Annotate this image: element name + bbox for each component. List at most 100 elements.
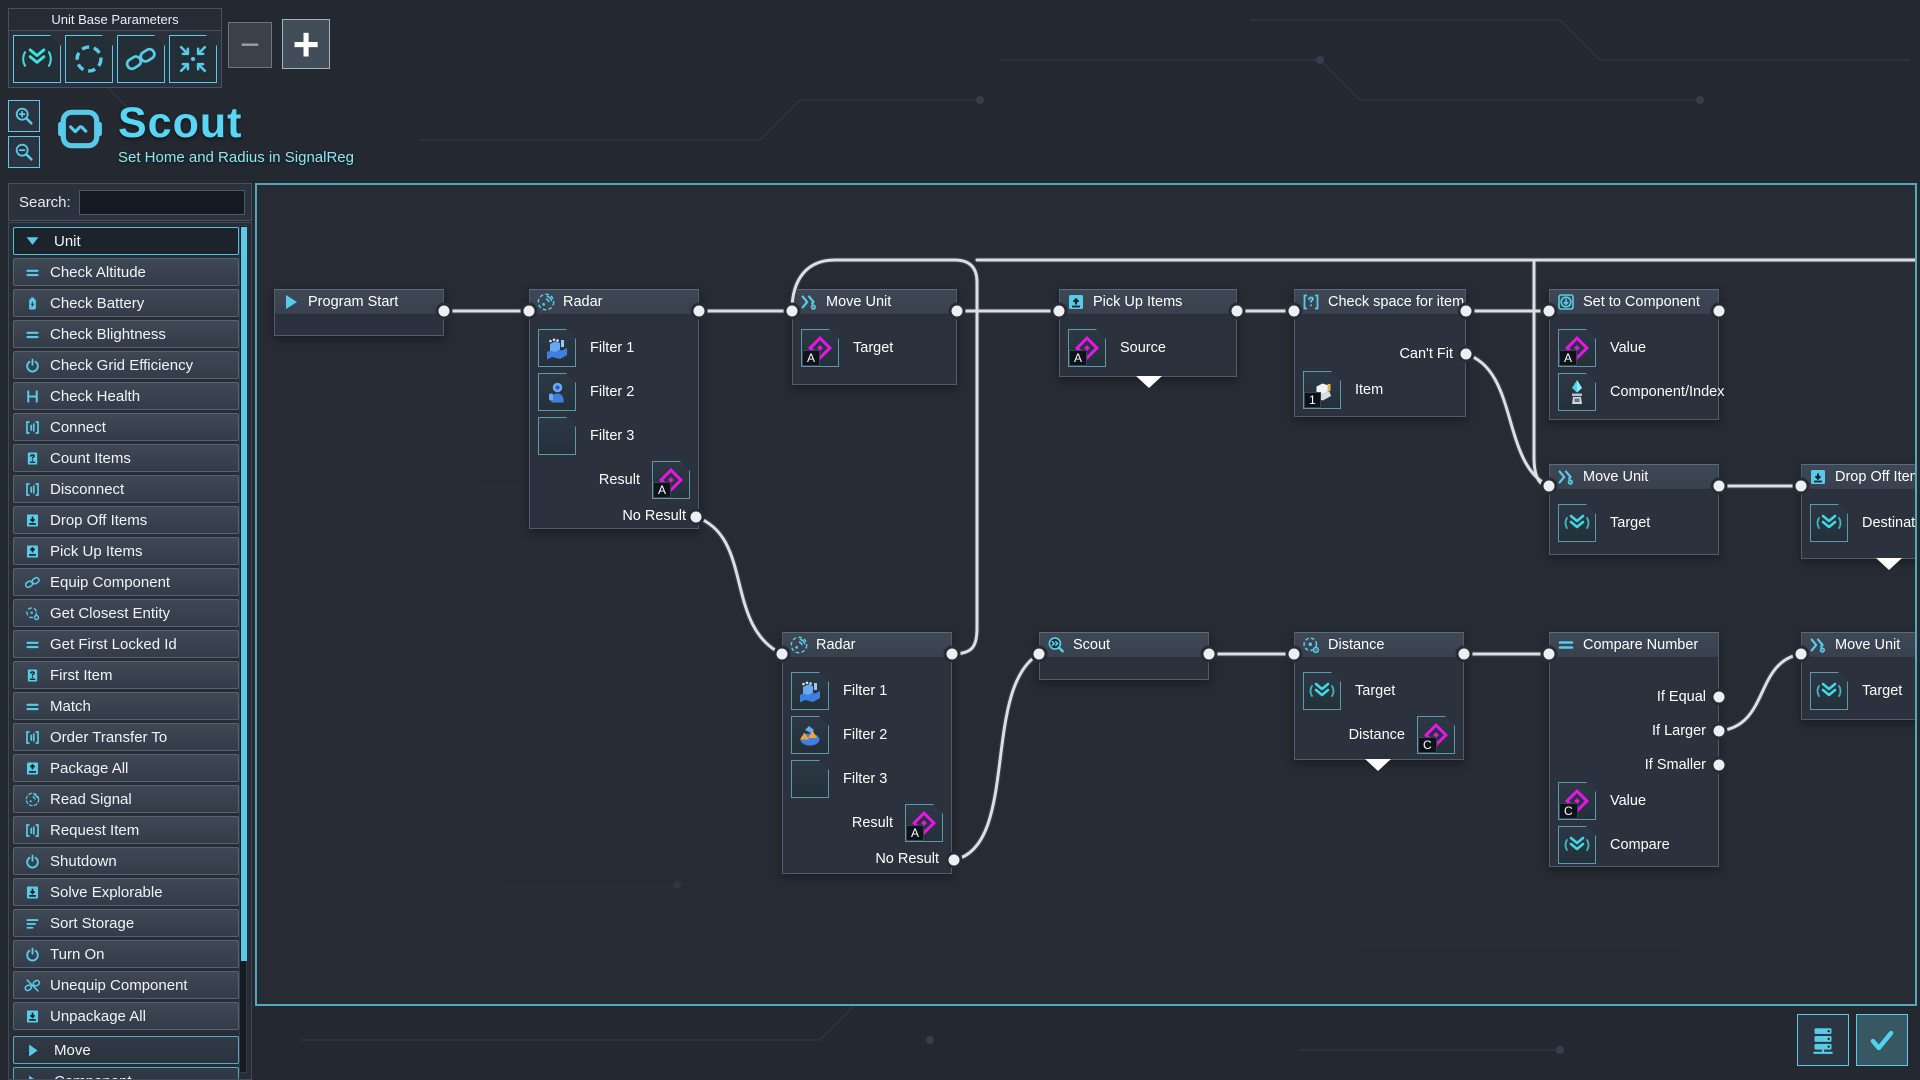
expand-arrow-icon[interactable] <box>1134 374 1164 390</box>
param-slot-value[interactable]: A <box>1558 329 1596 367</box>
sidebar-item-request-item[interactable]: Request Item <box>13 816 239 844</box>
port-distance-out[interactable] <box>1455 645 1473 663</box>
node-set-to-component[interactable]: Set to Component A Value Component/Index <box>1549 289 1724 420</box>
zoom-in-button[interactable] <box>8 100 40 132</box>
port-pick-up-items-out[interactable] <box>1228 302 1246 320</box>
exec-output-if-smaller[interactable]: If Smaller <box>1550 748 1718 782</box>
port-radar-2-in[interactable] <box>773 645 791 663</box>
param-slot-filter-3[interactable] <box>538 417 576 455</box>
exec-output-can-t-fit[interactable]: Can't Fit <box>1295 337 1465 371</box>
param-slot-target[interactable] <box>1558 504 1596 542</box>
node-title-bar[interactable]: Set to Component <box>1550 290 1718 315</box>
param-slot-destination[interactable] <box>1810 504 1848 542</box>
sidebar-item-unequip-component[interactable]: Unequip Component <box>13 971 239 999</box>
port-move-unit-3-in[interactable] <box>1792 645 1810 663</box>
node-title-bar[interactable]: Program Start <box>275 290 443 315</box>
port-radar-2-out[interactable] <box>943 645 961 663</box>
expand-arrow-icon[interactable] <box>1363 757 1393 773</box>
node-drop-off-items[interactable]: Drop Off Items Destination <box>1801 464 1915 570</box>
node-program-start[interactable]: Program Start <box>274 289 444 336</box>
sidebar-item-shutdown[interactable]: Shutdown <box>13 847 239 875</box>
port-move-unit-1-in[interactable] <box>783 302 801 320</box>
node-check-space[interactable]: Check space for item Can't Fit 1 Item <box>1294 289 1466 417</box>
node-move-unit-3[interactable]: Move Unit Target <box>1801 632 1915 720</box>
port-radar-1-out[interactable] <box>690 302 708 320</box>
node-compare-number[interactable]: Compare Number If Equal If Larger If Smalle… <box>1549 632 1719 867</box>
sidebar-scrollbar[interactable] <box>239 225 247 1073</box>
node-title-bar[interactable]: Radar <box>530 290 698 315</box>
sidebar-item-get-first-locked-id[interactable]: Get First Locked Id <box>13 630 239 658</box>
sidebar-item-solve-explorable[interactable]: Solve Explorable <box>13 878 239 906</box>
port-program-start-out[interactable] <box>435 302 453 320</box>
param-slot-item[interactable]: 1 <box>1303 371 1341 409</box>
param-slot-target[interactable]: A <box>801 329 839 367</box>
param-slot-target[interactable] <box>1810 672 1848 710</box>
port-set-to-component-in[interactable] <box>1540 302 1558 320</box>
sidebar-item-check-health[interactable]: Check Health <box>13 382 239 410</box>
sidebar-item-unpackage-all[interactable]: Unpackage All <box>13 1002 239 1030</box>
confirm-button[interactable] <box>1856 1014 1908 1066</box>
sidebar-item-count-items[interactable]: Count Items <box>13 444 239 472</box>
node-title-bar[interactable]: Drop Off Items <box>1802 465 1915 490</box>
exec-output-if-larger[interactable]: If Larger <box>1550 714 1718 748</box>
parameter-slot[interactable] <box>13 35 61 83</box>
sidebar-item-disconnect[interactable]: Disconnect <box>13 475 239 503</box>
port-distance-in[interactable] <box>1285 645 1303 663</box>
param-slot-source[interactable]: A <box>1068 329 1106 367</box>
node-title-bar[interactable]: Move Unit <box>1802 633 1915 658</box>
zoom-out-button[interactable] <box>8 136 40 168</box>
sidebar-item-get-closest-entity[interactable]: Get Closest Entity <box>13 599 239 627</box>
port-check-space-cant-fit[interactable] <box>1457 345 1475 363</box>
port-compare-number-if-equal[interactable] <box>1710 688 1728 706</box>
search-input[interactable] <box>78 189 245 215</box>
port-set-to-component-out[interactable] <box>1710 302 1728 320</box>
node-title-bar[interactable]: Compare Number <box>1550 633 1718 658</box>
parameter-slot[interactable] <box>169 35 217 83</box>
sidebar-item-pick-up-items[interactable]: Pick Up Items <box>13 537 239 565</box>
port-compare-number-if-larger[interactable] <box>1710 722 1728 740</box>
exec-output-no-result[interactable]: No Result <box>783 846 951 872</box>
param-slot-filter-2[interactable] <box>791 716 829 754</box>
node-title-bar[interactable]: Pick Up Items <box>1060 290 1236 315</box>
sidebar-item-check-battery[interactable]: Check Battery <box>13 289 239 317</box>
node-pick-up-items[interactable]: Pick Up Items A Source <box>1059 289 1237 388</box>
node-scout[interactable]: Scout <box>1039 632 1209 680</box>
sidebar-item-check-grid-efficiency[interactable]: Check Grid Efficiency <box>13 351 239 379</box>
sidebar-item-package-all[interactable]: Package All <box>13 754 239 782</box>
sidebar-item-first-item[interactable]: First Item <box>13 661 239 689</box>
node-move-unit-2[interactable]: Move Unit Target <box>1549 464 1719 555</box>
parameter-slot[interactable] <box>65 35 113 83</box>
param-slot-filter-2[interactable] <box>538 373 576 411</box>
param-slot-filter-3[interactable] <box>791 760 829 798</box>
sidebar-item-read-signal[interactable]: Read Signal <box>13 785 239 813</box>
param-slot-compare[interactable] <box>1558 826 1596 864</box>
port-compare-number-in[interactable] <box>1540 645 1558 663</box>
port-check-space-out[interactable] <box>1457 302 1475 320</box>
exec-output-no-result[interactable]: No Result <box>530 503 698 529</box>
exec-output-if-equal[interactable]: If Equal <box>1550 680 1718 714</box>
port-drop-off-items-in[interactable] <box>1792 477 1810 495</box>
node-radar-2[interactable]: Radar Filter 1 Filter 2 Filter 3 Result A No R… <box>782 632 952 874</box>
port-pick-up-items-in[interactable] <box>1050 302 1068 320</box>
param-slot-distance[interactable]: C <box>1417 716 1455 754</box>
node-distance[interactable]: Distance Target Distance C <box>1294 632 1464 771</box>
sidebar-item-drop-off-items[interactable]: Drop Off Items <box>13 506 239 534</box>
node-move-unit-1[interactable]: Move Unit A Target <box>792 289 957 385</box>
sidebar-item-turn-on[interactable]: Turn On <box>13 940 239 968</box>
sidebar-item-match[interactable]: Match <box>13 692 239 720</box>
node-title-bar[interactable]: Move Unit <box>793 290 956 315</box>
sidebar-item-check-blightness[interactable]: Check Blightness <box>13 320 239 348</box>
sidebar-item-equip-component[interactable]: Equip Component <box>13 568 239 596</box>
sidebar-scrollbar-thumb[interactable] <box>241 227 247 961</box>
sidebar-item-order-transfer-to[interactable]: Order Transfer To <box>13 723 239 751</box>
port-move-unit-2-in[interactable] <box>1540 477 1558 495</box>
node-radar-1[interactable]: Radar Filter 1 Filter 2 Filter 3 Result A No R… <box>529 289 699 529</box>
sidebar-item-component[interactable]: Component <box>13 1067 239 1079</box>
parameter-slot[interactable] <box>117 35 165 83</box>
param-slot-result[interactable]: A <box>905 804 943 842</box>
sidebar-item-sort-storage[interactable]: Sort Storage <box>13 909 239 937</box>
port-move-unit-2-out[interactable] <box>1710 477 1728 495</box>
port-radar-1-no-result[interactable] <box>687 508 705 526</box>
behavior-queue-button[interactable] <box>1797 1014 1849 1066</box>
port-scout-out[interactable] <box>1200 645 1218 663</box>
